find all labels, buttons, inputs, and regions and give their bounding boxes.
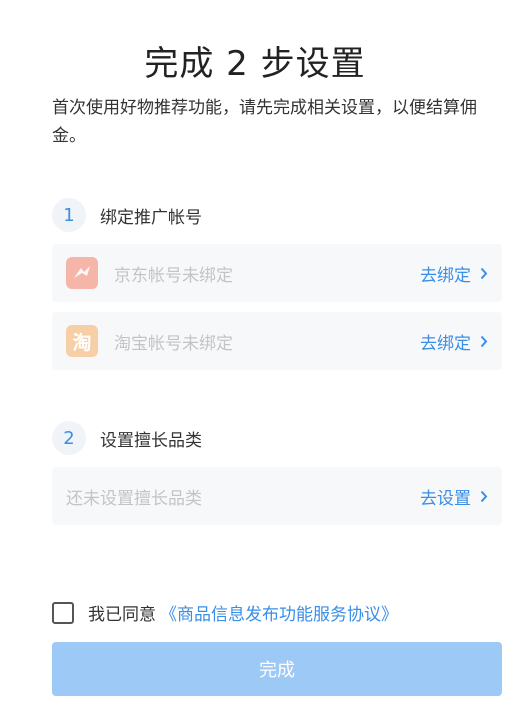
taobao-icon: 淘 [66, 325, 98, 357]
category-row[interactable]: 还未设置擅长品类 去设置 [52, 467, 502, 525]
bind-taobao-button[interactable]: 去绑定 [420, 329, 488, 354]
agreement-link[interactable]: 《商品信息发布功能服务协议》 [160, 600, 398, 625]
page-title: 完成 2 步设置 [144, 44, 366, 84]
jd-account-status: 京东帐号未绑定 [114, 265, 233, 286]
agreement-row: 我已同意 《商品信息发布功能服务协议》 [52, 600, 398, 625]
category-status: 还未设置擅长品类 [66, 488, 202, 509]
agreement-checkbox[interactable] [52, 601, 74, 624]
set-category-button[interactable]: 去设置 [420, 484, 488, 509]
step-1-title: 绑定推广帐号 [100, 207, 202, 228]
step-1-header: 1 绑定推广帐号 [52, 198, 202, 232]
taobao-account-row[interactable]: 淘 淘宝帐号未绑定 去绑定 [52, 312, 502, 370]
done-button[interactable]: 完成 [52, 642, 502, 696]
jd-icon [66, 257, 98, 289]
chevron-right-icon [480, 335, 488, 347]
bind-jd-button[interactable]: 去绑定 [420, 261, 488, 286]
step-2-number: 2 [52, 421, 86, 455]
agreement-prefix: 我已同意 [88, 605, 156, 625]
taobao-account-status: 淘宝帐号未绑定 [114, 333, 233, 354]
step-1-number: 1 [52, 198, 86, 232]
intro-text: 首次使用好物推荐功能，请先完成相关设置，以便结算佣金。 [52, 98, 477, 146]
step-2-title: 设置擅长品类 [100, 430, 202, 451]
chevron-right-icon [480, 490, 488, 502]
chevron-right-icon [480, 267, 488, 279]
jd-account-row[interactable]: 京东帐号未绑定 去绑定 [52, 244, 502, 302]
step-2-header: 2 设置擅长品类 [52, 421, 202, 455]
